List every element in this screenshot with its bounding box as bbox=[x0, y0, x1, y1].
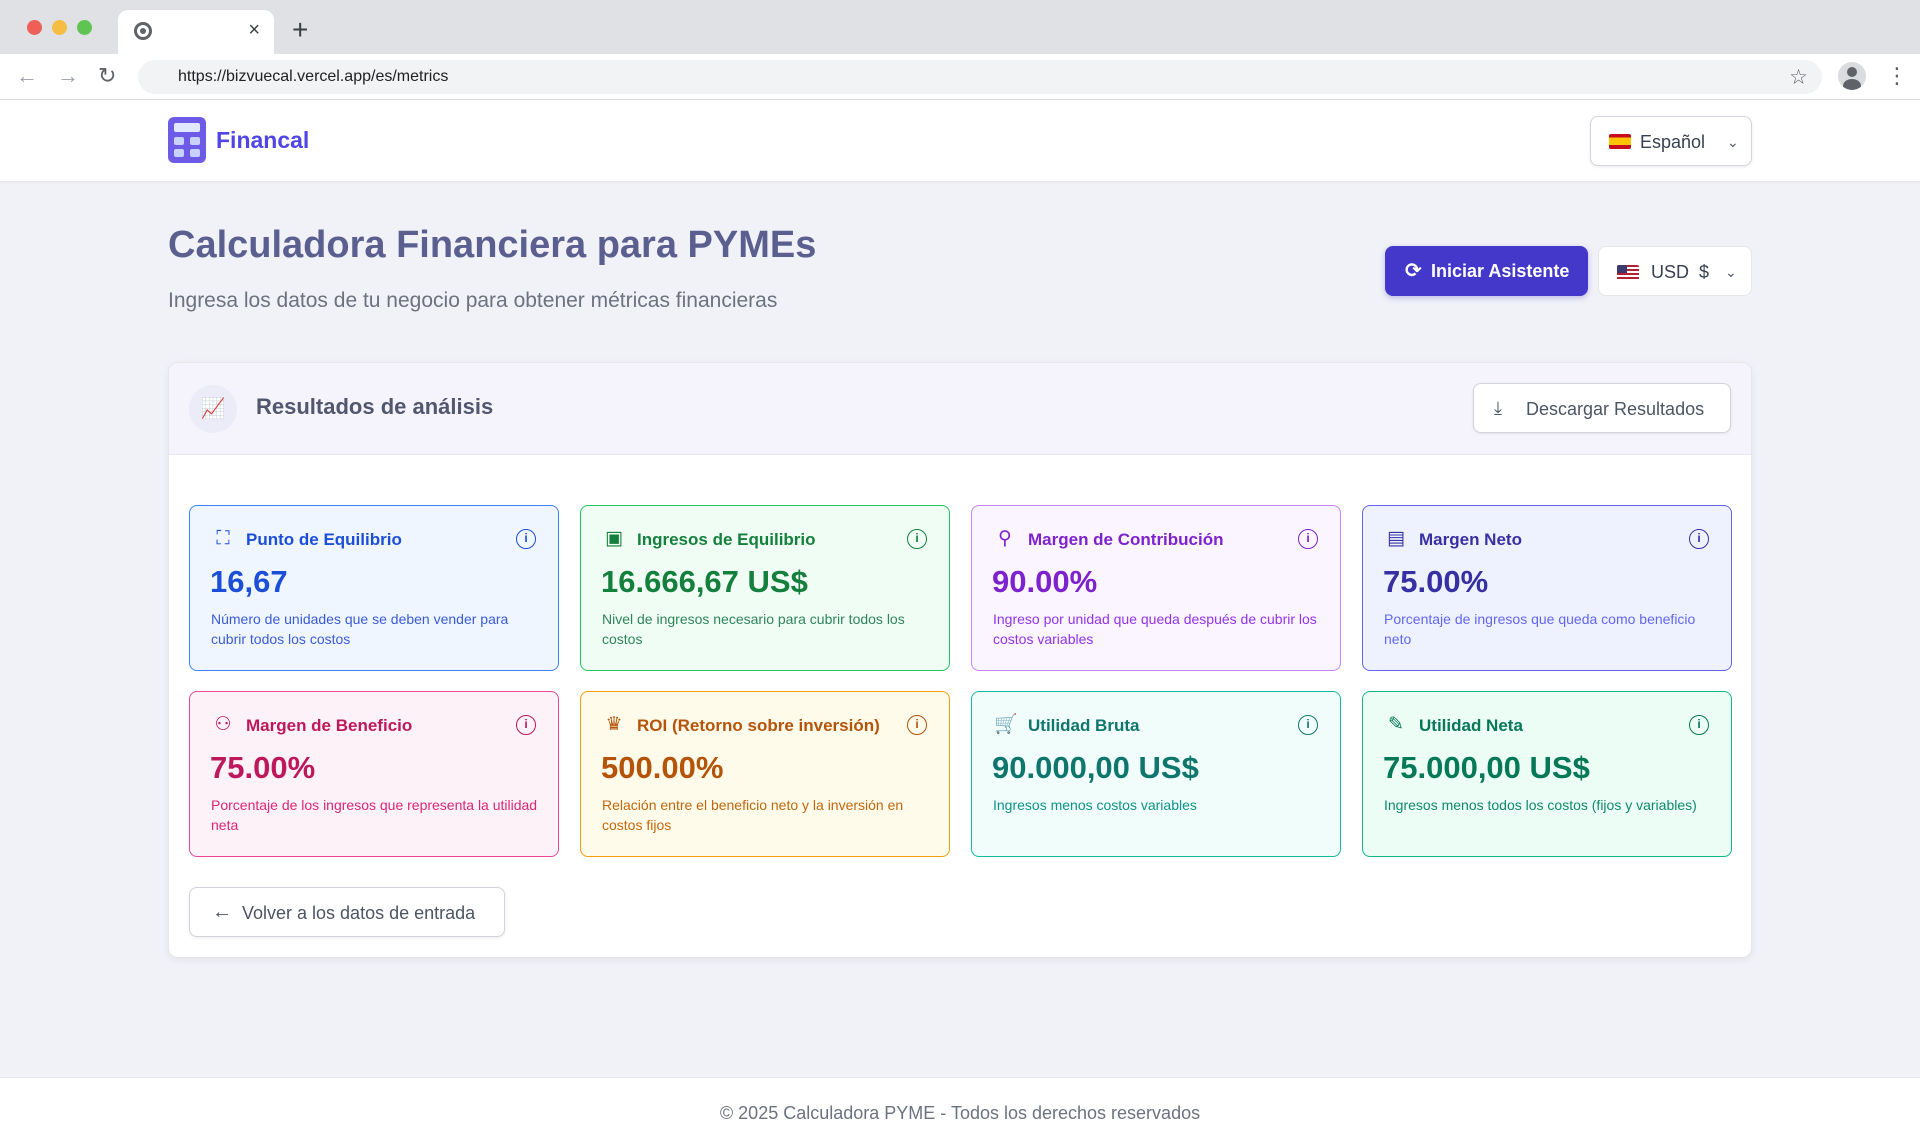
metric-title: Margen de Contribución bbox=[1028, 530, 1224, 549]
money-icon: ▣ bbox=[605, 528, 623, 549]
url-text[interactable]: https://bizvuecal.vercel.app/es/metrics bbox=[178, 68, 448, 86]
download-icon: ⤓ bbox=[1494, 398, 1502, 418]
language-label: Español bbox=[1640, 132, 1706, 152]
footer: © 2025 Calculadora PYME - Todos los dere… bbox=[0, 1077, 1920, 1145]
page-title: Calculadora Financiera para PYMEs bbox=[168, 224, 817, 266]
info-icon[interactable]: i bbox=[1298, 529, 1318, 549]
metric-value: 90.00% bbox=[992, 564, 1098, 599]
results-title: Resultados de análisis bbox=[256, 394, 494, 419]
browser-menu-icon[interactable]: ⋮ bbox=[1886, 64, 1908, 88]
metric-value: 16.666,67 US$ bbox=[601, 564, 808, 599]
download-results-button[interactable]: ⤓ Descargar Resultados bbox=[1473, 383, 1731, 433]
metric-value: 75.00% bbox=[210, 750, 316, 785]
currency-label: USD $ bbox=[1651, 262, 1710, 282]
info-icon[interactable]: i bbox=[907, 529, 927, 549]
metric-title: Margen de Beneficio bbox=[246, 716, 413, 735]
footer-copyright: © 2025 Calculadora PYME - Todos los dere… bbox=[719, 1103, 1201, 1123]
metric-value: 75.00% bbox=[1383, 564, 1489, 599]
new-tab-icon[interactable]: + bbox=[292, 16, 308, 44]
metric-card: ✎ Utilidad Neta i 75.000,00 US$ Ingresos men… bbox=[1362, 691, 1732, 857]
cart-icon: 🛒 bbox=[994, 714, 1018, 735]
metric-description: Ingresos menos todos los costos (fijos y… bbox=[1384, 797, 1697, 813]
info-icon[interactable]: i bbox=[1689, 529, 1709, 549]
back-arrow-icon[interactable]: ← bbox=[16, 64, 38, 88]
browser-tab[interactable]: × bbox=[118, 10, 274, 54]
metric-title: ROI (Retorno sobre inversión) bbox=[637, 716, 880, 735]
results-header: 📈 Resultados de análisis ⤓ Descargar Res… bbox=[169, 363, 1751, 455]
bookmark-star-icon[interactable]: ☆ bbox=[1789, 65, 1808, 90]
calculator-logo-icon bbox=[168, 117, 206, 163]
metric-card: ▣ Ingresos de Equilibrio i 16.666,67 US$ Niv… bbox=[580, 505, 950, 671]
results-card: 📈 Resultados de análisis ⤓ Descargar Res… bbox=[168, 362, 1752, 958]
crown-icon: ♛ bbox=[605, 714, 623, 735]
browser-toolbar: ← → ↻ https://bizvuecal.vercel.app/es/me… bbox=[0, 54, 1920, 100]
metric-title: Ingresos de Equilibrio bbox=[637, 530, 816, 549]
chevron-down-icon: ⌄ bbox=[1727, 134, 1739, 150]
start-wizard-button[interactable]: ⟳ Iniciar Asistente bbox=[1385, 246, 1588, 296]
address-bar[interactable]: https://bizvuecal.vercel.app/es/metrics … bbox=[138, 60, 1822, 94]
language-selector[interactable]: Español ⌄ bbox=[1590, 116, 1752, 166]
piggy-bank-icon: ⚲ bbox=[998, 528, 1012, 549]
tab-close-icon[interactable]: × bbox=[248, 20, 260, 40]
metric-description: Relación entre el beneficio neto y la in… bbox=[602, 797, 904, 833]
metric-value: 500.00% bbox=[601, 750, 724, 785]
metric-description: Porcentaje de ingresos que queda como be… bbox=[1384, 611, 1696, 647]
favicon-icon bbox=[134, 22, 152, 40]
browser-tab-bar: × + bbox=[0, 0, 1920, 54]
metric-value: 16,67 bbox=[210, 564, 288, 599]
metric-description: Ingresos menos costos variables bbox=[993, 797, 1197, 813]
metric-card: ⚲ Margen de Contribución i 90.00% Ingreso po… bbox=[971, 505, 1341, 671]
us-flag-icon bbox=[1617, 265, 1639, 280]
page-subtitle: Ingresa los datos de tu negocio para obt… bbox=[168, 289, 778, 312]
app-header: Financal Español ⌄ bbox=[0, 100, 1920, 182]
users-icon: ⚇ bbox=[214, 714, 232, 735]
info-icon[interactable]: i bbox=[1298, 715, 1318, 735]
metric-value: 75.000,00 US$ bbox=[1383, 750, 1590, 785]
metric-title: Utilidad Bruta bbox=[1028, 716, 1140, 735]
metric-title: Punto de Equilibrio bbox=[246, 530, 402, 549]
refresh-icon: ⟳ bbox=[1405, 260, 1422, 282]
back-to-input-button[interactable]: ← Volver a los datos de entrada bbox=[189, 887, 505, 937]
window-close-button[interactable] bbox=[27, 20, 42, 35]
currency-selector[interactable]: USD $ ⌄ bbox=[1598, 246, 1752, 296]
metric-description: Porcentaje de los ingresos que represent… bbox=[211, 797, 538, 833]
metric-card: ▤ Margen Neto i 75.00% Porcentaje de ingreso… bbox=[1362, 505, 1732, 671]
metric-description: Número de unidades que se deben vender p… bbox=[211, 611, 509, 647]
info-icon[interactable]: i bbox=[1689, 715, 1709, 735]
pen-tool-icon: ✎ bbox=[1388, 714, 1404, 735]
info-icon[interactable]: i bbox=[516, 715, 536, 735]
profile-avatar-icon[interactable] bbox=[1838, 62, 1866, 90]
window-maximize-button[interactable] bbox=[77, 20, 92, 35]
line-chart-icon: 📈 bbox=[189, 385, 237, 433]
metric-card: ♛ ROI (Retorno sobre inversión) i 500.00% Re… bbox=[580, 691, 950, 857]
brand-name[interactable]: Financal bbox=[216, 127, 309, 154]
reload-icon[interactable]: ↻ bbox=[98, 64, 116, 88]
window-minimize-button[interactable] bbox=[52, 20, 67, 35]
metric-card: ⛶ Punto de Equilibrio i 16,67 Número de unid… bbox=[189, 505, 559, 671]
spain-flag-icon bbox=[1609, 134, 1631, 149]
metric-title: Margen Neto bbox=[1419, 530, 1522, 549]
info-icon[interactable]: i bbox=[516, 529, 536, 549]
arrow-left-icon: ← bbox=[212, 901, 232, 923]
metric-value: 90.000,00 US$ bbox=[992, 750, 1199, 785]
chart-icon: ⛶ bbox=[216, 528, 230, 549]
info-icon[interactable]: i bbox=[907, 715, 927, 735]
forward-arrow-icon[interactable]: → bbox=[57, 64, 79, 88]
scroll-icon: ▤ bbox=[1387, 528, 1405, 549]
metric-description: Nivel de ingresos necesario para cubrir … bbox=[602, 611, 905, 647]
chevron-down-icon: ⌄ bbox=[1725, 264, 1737, 280]
metric-description: Ingreso por unidad que queda después de … bbox=[993, 611, 1317, 647]
metric-title: Utilidad Neta bbox=[1419, 716, 1523, 735]
metric-card: 🛒 Utilidad Bruta i 90.000,00 US$ Ingresos me… bbox=[971, 691, 1341, 857]
metric-card: ⚇ Margen de Beneficio i 75.00% Porcentaje de… bbox=[189, 691, 559, 857]
